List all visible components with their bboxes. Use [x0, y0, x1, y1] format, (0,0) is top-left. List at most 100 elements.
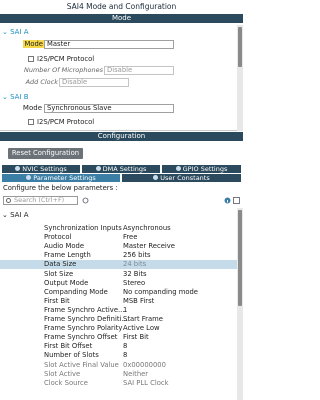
params-group-label: SAI A: [10, 211, 29, 219]
param-row[interactable]: Slot Active Final Value 0x00000000: [0, 361, 237, 370]
param-row[interactable]: Frame Synchro Polarity Active Low: [0, 324, 237, 333]
param-row[interactable]: Audio Mode Master Receive: [0, 242, 237, 251]
configure-instructions: Configure the below parameters :: [3, 184, 118, 192]
param-row[interactable]: Protocol Free: [0, 233, 237, 242]
param-row[interactable]: Frame Synchro Definiti... Start Frame: [0, 315, 237, 324]
check-circle-icon: [175, 165, 181, 171]
tab-user-constants[interactable]: User Constants: [122, 174, 241, 182]
param-row[interactable]: Output Mode Stereo: [0, 279, 237, 288]
param-value[interactable]: MSB First: [123, 297, 154, 306]
param-value[interactable]: Active Low: [123, 324, 160, 333]
param-key: Data Size: [44, 260, 77, 269]
add-clock-select[interactable]: Disable: [59, 78, 129, 87]
chevron-down-icon: ⌄: [2, 93, 8, 101]
param-value[interactable]: 0x00000000: [123, 361, 166, 370]
param-value[interactable]: No companding mode: [123, 288, 198, 297]
param-key: Slot Size: [44, 269, 74, 278]
check-circle-icon: [153, 174, 159, 180]
param-key: Frame Length: [44, 251, 91, 260]
sai-a-i2s-checkbox[interactable]: [28, 56, 34, 62]
sai-a-mode-label: Mode: [23, 40, 44, 48]
param-row[interactable]: Number of Slots 8: [0, 351, 237, 360]
param-value[interactable]: First Bit: [123, 333, 149, 342]
params-scrollbar[interactable]: [237, 208, 243, 400]
sai-b-i2s-label: I2S/PCM Protocol: [37, 118, 95, 126]
param-value[interactable]: 32 Bits: [123, 270, 147, 279]
expand-icon[interactable]: [233, 197, 240, 204]
param-value[interactable]: Stereo: [123, 279, 145, 288]
add-clock-label: Add Clock: [25, 78, 58, 86]
param-value[interactable]: Start Frame: [123, 315, 163, 324]
param-key: Frame Synchro Offset: [44, 333, 118, 342]
param-value[interactable]: Asynchronous: [123, 224, 171, 233]
param-key: Companding Mode: [44, 287, 108, 296]
param-key: Number of Slots: [44, 351, 99, 360]
sai-a-mode-select[interactable]: Master: [44, 40, 174, 49]
param-row[interactable]: First Bit Offset 8: [0, 342, 237, 351]
param-key: Synchronization Inputs: [44, 224, 122, 232]
param-value[interactable]: 8: [123, 342, 127, 351]
param-value[interactable]: Free: [123, 233, 137, 242]
tab-label: NVIC Settings: [22, 165, 67, 173]
tab-dma-settings[interactable]: DMA Settings: [82, 165, 160, 173]
mode-panel: ⌄ SAI A Mode Master I2S/PCM Protocol Num…: [0, 25, 243, 131]
check-circle-icon: [15, 165, 21, 171]
mode-scroll-thumb[interactable]: [238, 27, 242, 67]
param-key: Slot Active: [44, 369, 81, 378]
params-group-sai-a[interactable]: ⌄ SAI A: [2, 211, 29, 219]
tab-label: User Constants: [160, 174, 210, 182]
param-value[interactable]: 8: [123, 351, 127, 360]
param-key: Frame Synchro Active...: [44, 305, 125, 314]
param-row[interactable]: Companding Mode No companding mode: [0, 288, 237, 297]
param-key: Output Mode: [44, 278, 89, 287]
info-icon[interactable]: [224, 197, 231, 204]
sai-a-i2s-label: I2S/PCM Protocol: [37, 55, 95, 63]
mode-section-header: Mode: [0, 14, 243, 23]
params-scroll-thumb[interactable]: [238, 210, 242, 306]
sai-b-label: SAI B: [10, 93, 29, 101]
tab-parameter-settings[interactable]: Parameter Settings: [2, 174, 120, 182]
check-circle-icon: [26, 174, 32, 180]
param-key: Frame Synchro Definiti...: [44, 315, 128, 323]
num-mics-label: Number Of Microphones: [23, 66, 103, 74]
param-value[interactable]: 24 bits: [123, 260, 146, 269]
param-value[interactable]: Master Receive: [123, 242, 175, 251]
chevron-down-icon: ⌄: [2, 211, 8, 219]
config-section-header: Configuration: [0, 132, 243, 141]
param-row[interactable]: Frame Length 256 bits: [0, 251, 237, 260]
tab-nvic-settings[interactable]: NVIC Settings: [2, 165, 80, 173]
tab-gpio-settings[interactable]: GPIO Settings: [162, 165, 241, 173]
param-row[interactable]: Frame Synchro Offset First Bit: [0, 333, 237, 342]
num-mics-select[interactable]: Disable: [104, 66, 174, 75]
param-value[interactable]: SAI PLL Clock: [123, 379, 169, 388]
window-title: SAI4 Mode and Configuration: [0, 0, 243, 14]
param-value[interactable]: Neither: [123, 370, 148, 379]
param-key: Audio Mode: [44, 242, 84, 251]
mode-scrollbar[interactable]: [237, 25, 243, 131]
sai-a-group[interactable]: ⌄ SAI A: [2, 28, 29, 36]
param-row[interactable]: Clock Source SAI PLL Clock: [0, 379, 237, 388]
param-key: First Bit Offset: [44, 342, 93, 351]
param-value[interactable]: 256 bits: [123, 251, 151, 260]
tab-label: DMA Settings: [102, 165, 147, 173]
sai-a-label: SAI A: [10, 28, 29, 36]
param-row[interactable]: First Bit MSB First: [0, 297, 237, 306]
sai-b-i2s-checkbox[interactable]: [28, 119, 34, 125]
sai-b-group[interactable]: ⌄ SAI B: [2, 93, 29, 101]
param-row[interactable]: Frame Synchro Active... 1: [0, 306, 237, 315]
sai-b-mode-select[interactable]: Synchronous Slave: [44, 104, 174, 113]
param-key: Clock Source: [44, 378, 88, 387]
search-input[interactable]: Search (Ctrl+F): [3, 196, 78, 205]
param-row[interactable]: Synchronization Inputs Asynchronous: [0, 224, 237, 233]
param-value[interactable]: 1: [123, 306, 127, 315]
param-row[interactable]: Data Size 24 bits: [0, 260, 237, 270]
param-row[interactable]: Slot Size 32 Bits: [0, 270, 237, 279]
search-icon: [6, 198, 11, 203]
parameters-list: ⌄ SAI A Synchronization Inputs Asynchrono…: [0, 208, 237, 400]
param-key: Protocol: [44, 233, 72, 242]
search-options-icon[interactable]: [82, 197, 89, 204]
param-key: First Bit: [44, 296, 70, 305]
tab-label: GPIO Settings: [182, 165, 228, 173]
param-row[interactable]: Slot Active Neither: [0, 370, 237, 379]
reset-configuration-button[interactable]: Reset Configuration: [8, 148, 83, 159]
